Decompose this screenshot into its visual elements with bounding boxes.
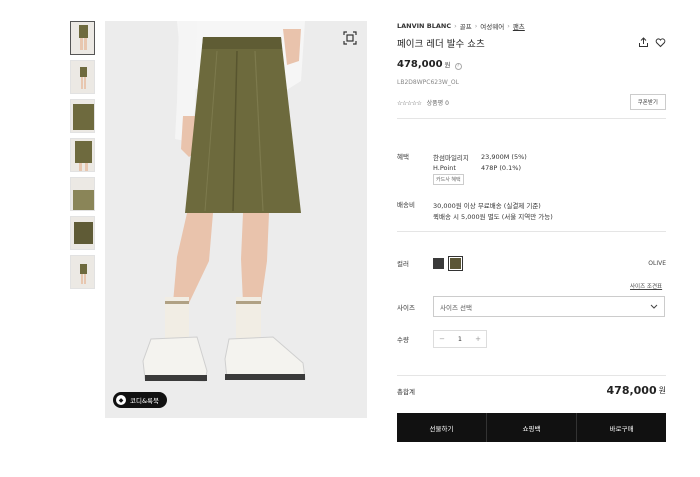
model-illustration xyxy=(105,21,367,418)
size-label: 사이즈 xyxy=(397,303,415,312)
thumbnail[interactable] xyxy=(70,99,95,133)
size-select-placeholder: 사이즈 선택 xyxy=(440,303,472,312)
benefit-value: 23,900M (5%) xyxy=(481,152,527,161)
breadcrumb-separator: › xyxy=(507,22,510,30)
benefit-line: 한섬마일리지 23,900M (5%) xyxy=(433,151,527,162)
thumbnail[interactable] xyxy=(70,138,95,172)
coordi-lookbook-badge[interactable]: ◆ 코디&룩북 xyxy=(113,392,167,408)
product-sku: LB2D8WPC623W_OL xyxy=(397,79,459,86)
share-icon[interactable] xyxy=(638,36,649,50)
gift-button[interactable]: 선물하기 xyxy=(397,413,487,442)
total-unit: 원 xyxy=(658,386,666,395)
selected-color-name: OLIVE xyxy=(648,259,666,267)
thumbnail[interactable] xyxy=(70,216,95,250)
shipping-label: 배송비 xyxy=(397,201,415,209)
quantity-stepper: − 1 + xyxy=(433,330,487,348)
hanger-icon: ◆ xyxy=(116,395,126,405)
thumbnail[interactable] xyxy=(70,255,95,289)
product-title: 페이크 레더 발수 쇼츠 xyxy=(397,39,485,50)
product-price: 478,000 xyxy=(397,59,443,70)
size-option-row: 사이즈 사이즈 선택 xyxy=(397,296,666,317)
action-bar: 선물하기 쇼핑백 바로구매 xyxy=(397,413,666,442)
chevron-down-icon xyxy=(650,302,658,312)
coordi-lookbook-label: 코디&룩북 xyxy=(130,397,159,405)
total-price: 478,000 xyxy=(606,384,657,397)
color-option-row: 컬러 OLIVE xyxy=(397,255,666,271)
thumbnail[interactable] xyxy=(70,177,95,211)
breadcrumb-item[interactable]: 팬츠 xyxy=(513,21,525,31)
color-swatch-olive[interactable] xyxy=(448,255,463,271)
total-label: 총합계 xyxy=(397,387,415,396)
quantity-value[interactable]: 1 xyxy=(450,335,470,343)
wishlist-heart-icon[interactable] xyxy=(655,37,666,50)
coupon-button[interactable]: 쿠폰받기 xyxy=(629,94,666,110)
product-info: LANVIN BLANC › 골프 › 여성웨어 › 팬츠 페이크 레더 발수 … xyxy=(397,21,666,119)
benefit-value: 478P (0.1%) xyxy=(481,163,521,172)
thumbnail[interactable] xyxy=(70,60,95,94)
color-label: 컬러 xyxy=(397,260,409,268)
price-unit: 원 xyxy=(444,61,451,69)
benefit-line: H.Point 478P (0.1%) xyxy=(433,162,527,173)
benefit-key: 한섬마일리지 xyxy=(433,153,469,162)
shipping-section: 배송비 30,000원 이상 무료배송 (실결제 기준) 퀵배송 시 5,000… xyxy=(397,199,666,232)
benefits-section: 혜택 한섬마일리지 23,900M (5%) H.Point 478P (0.1… xyxy=(397,151,666,185)
breadcrumb-item[interactable]: 골프 xyxy=(460,21,472,31)
quantity-label: 수량 xyxy=(397,336,409,344)
info-icon[interactable]: ? xyxy=(454,63,462,70)
shopping-bag-button[interactable]: 쇼핑백 xyxy=(487,413,577,442)
expand-icon[interactable] xyxy=(343,31,357,45)
rating-stars: ☆☆☆☆☆ xyxy=(397,99,422,107)
review-count[interactable]: 상품평 0 xyxy=(427,100,449,107)
buy-now-button[interactable]: 바로구매 xyxy=(577,413,666,442)
breadcrumb-item[interactable]: 여성웨어 xyxy=(480,21,504,31)
size-select[interactable]: 사이즈 선택 xyxy=(433,296,665,317)
shipping-line: 30,000원 이상 무료배송 (실결제 기준) xyxy=(433,201,541,210)
benefits-label: 혜택 xyxy=(397,153,409,161)
main-product-image: ◆ 코디&룩북 xyxy=(105,21,367,418)
breadcrumb-separator: › xyxy=(454,22,457,30)
breadcrumb-brand[interactable]: LANVIN BLANC xyxy=(397,22,451,30)
breadcrumb: LANVIN BLANC › 골프 › 여성웨어 › 팬츠 xyxy=(397,21,666,31)
size-guide-link[interactable]: 사이즈 조견표 xyxy=(630,282,662,290)
shipping-line: 퀵배송 시 5,000원 별도 (서울 지역만 가능) xyxy=(433,212,553,221)
minus-button[interactable]: − xyxy=(434,335,450,343)
benefit-key: H.Point xyxy=(433,163,456,172)
thumbnail-list xyxy=(70,21,96,294)
card-benefit-button[interactable]: 카드사 혜택 xyxy=(433,174,464,185)
breadcrumb-separator: › xyxy=(474,22,478,30)
quantity-row: 수량 − 1 + xyxy=(397,330,666,376)
total-row: 총합계 478,000 원 xyxy=(397,384,666,397)
plus-button[interactable]: + xyxy=(470,335,486,343)
thumbnail[interactable] xyxy=(70,21,95,55)
color-swatch-black[interactable] xyxy=(433,257,444,269)
